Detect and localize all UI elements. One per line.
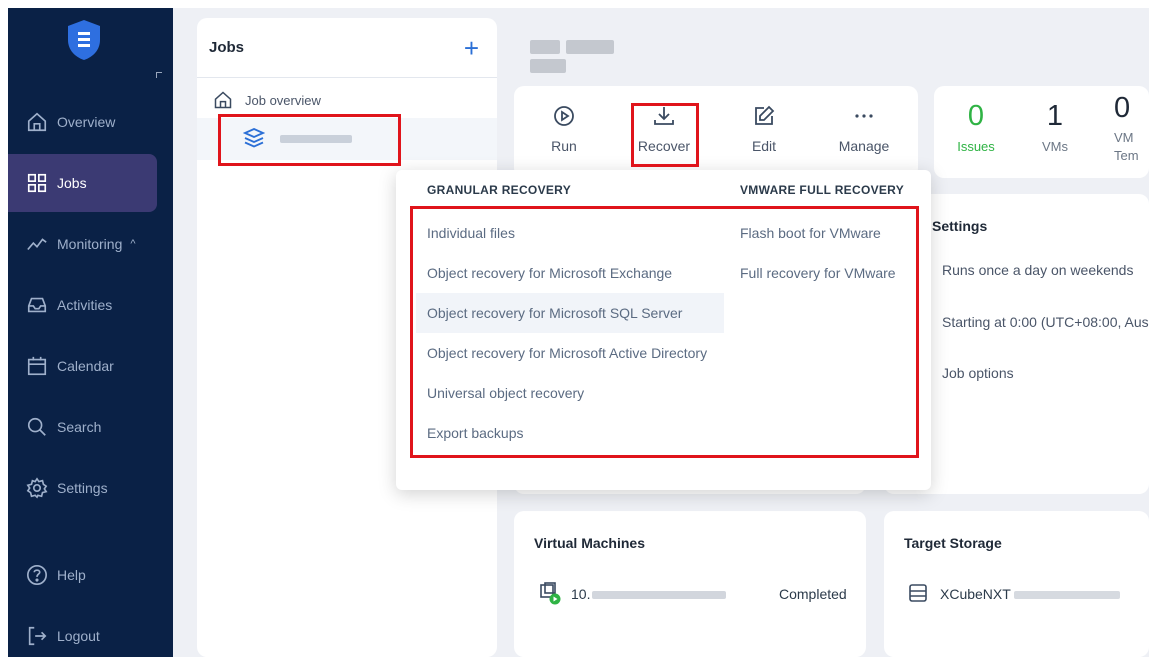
collapse-corner-icon[interactable]	[156, 72, 162, 78]
nav-settings-label: Settings	[57, 480, 108, 496]
virtual-machines-card: Virtual Machines 10. Completed	[514, 511, 866, 657]
gear-icon	[26, 477, 48, 499]
vms-label: VMs	[1042, 139, 1068, 154]
nav-monitoring-label: Monitoring	[57, 236, 123, 252]
grid-icon	[27, 173, 47, 193]
nav-calendar[interactable]: Calendar	[8, 337, 157, 395]
app-logo-icon[interactable]	[65, 18, 103, 62]
settings-title: Settings	[932, 218, 988, 234]
nav-jobs-label: Jobs	[57, 175, 87, 191]
trend-icon	[27, 238, 47, 251]
nav-activities[interactable]: Activities	[8, 276, 157, 334]
nav-overview-label: Overview	[57, 114, 116, 130]
storage-name[interactable]: XCubeNXT	[940, 586, 1011, 602]
issues-label: Issues	[957, 139, 995, 154]
add-job-button[interactable]: +	[464, 35, 479, 61]
job-options-link[interactable]: Job options	[942, 365, 1014, 381]
vm-ip-prefix[interactable]: 10.	[571, 586, 590, 602]
vm-name-redacted	[592, 591, 726, 599]
nav-settings[interactable]: Settings	[8, 459, 157, 517]
jobs-title: Jobs	[209, 39, 245, 56]
storage-icon	[909, 584, 927, 602]
storage-name-redacted	[1014, 591, 1120, 599]
chevron-up-icon[interactable]: ^	[130, 238, 135, 250]
virtual-machines-title: Virtual Machines	[534, 535, 646, 551]
job-toolbar: Run Recover Edit Manage	[514, 86, 918, 178]
vms-stat[interactable]: 1 VMs	[1030, 100, 1080, 154]
vm-status-icon	[540, 582, 561, 605]
schedule-text: Runs once a day on weekends	[942, 262, 1134, 278]
templates-stat[interactable]: 0 VM Tem	[1114, 92, 1149, 165]
edit-icon	[755, 105, 775, 125]
calendar-icon	[27, 356, 47, 376]
job-overview-label: Job overview	[245, 92, 321, 108]
more-icon	[855, 114, 873, 118]
help-icon	[27, 565, 47, 585]
home-icon	[27, 112, 47, 132]
job-overview-link[interactable]: Job overview	[213, 90, 321, 110]
vmware-recovery-heading: VMWARE FULL RECOVERY	[740, 183, 905, 197]
nav-monitoring[interactable]: Monitoring ^	[8, 215, 157, 273]
nav-activities-label: Activities	[57, 297, 113, 313]
nav-help[interactable]: Help	[8, 546, 157, 604]
page-title-redacted	[530, 40, 660, 73]
granular-recovery-heading: GRANULAR RECOVERY	[427, 183, 571, 197]
home-icon	[214, 91, 232, 109]
nav-logout[interactable]: Logout	[8, 607, 157, 657]
nav-help-label: Help	[57, 567, 86, 583]
search-icon	[27, 417, 46, 436]
highlight-box-job	[218, 114, 401, 166]
templates-count: 0	[1114, 92, 1131, 124]
nav-search[interactable]: Search	[8, 398, 157, 456]
run-label: Run	[551, 138, 577, 154]
nav-overview[interactable]: Overview	[8, 93, 157, 151]
issues-count: 0	[967, 100, 985, 132]
edit-button[interactable]: Edit	[729, 104, 799, 154]
jobs-header: Jobs +	[197, 18, 497, 78]
manage-button[interactable]: Manage	[829, 104, 899, 154]
nav-search-label: Search	[57, 419, 102, 435]
highlight-box-menu	[410, 206, 919, 458]
highlight-box-recover	[631, 103, 699, 167]
target-storage-title: Target Storage	[904, 535, 1002, 551]
nav-logout-label: Logout	[57, 628, 100, 644]
manage-label: Manage	[838, 138, 890, 154]
sidebar: Overview Jobs Monitoring ^ Activities Ca…	[8, 8, 173, 657]
play-circle-icon	[554, 106, 574, 126]
target-storage-card: Target Storage XCubeNXT	[884, 511, 1149, 657]
issues-stat[interactable]: 0 Issues	[948, 100, 1004, 154]
logout-icon	[28, 626, 47, 646]
edit-label: Edit	[751, 138, 777, 154]
stats-card: 0 Issues 1 VMs 0 VM Tem	[934, 86, 1149, 178]
nav-calendar-label: Calendar	[57, 358, 114, 374]
vm-status-text: Completed	[779, 586, 847, 602]
vms-count: 1	[1046, 100, 1064, 132]
run-button[interactable]: Run	[529, 104, 599, 154]
nav-jobs[interactable]: Jobs	[8, 154, 157, 212]
inbox-icon	[27, 297, 47, 313]
templates-label: VM Tem	[1114, 130, 1139, 163]
start-time-text: Starting at 0:00 (UTC+08:00, Aus	[942, 314, 1149, 330]
